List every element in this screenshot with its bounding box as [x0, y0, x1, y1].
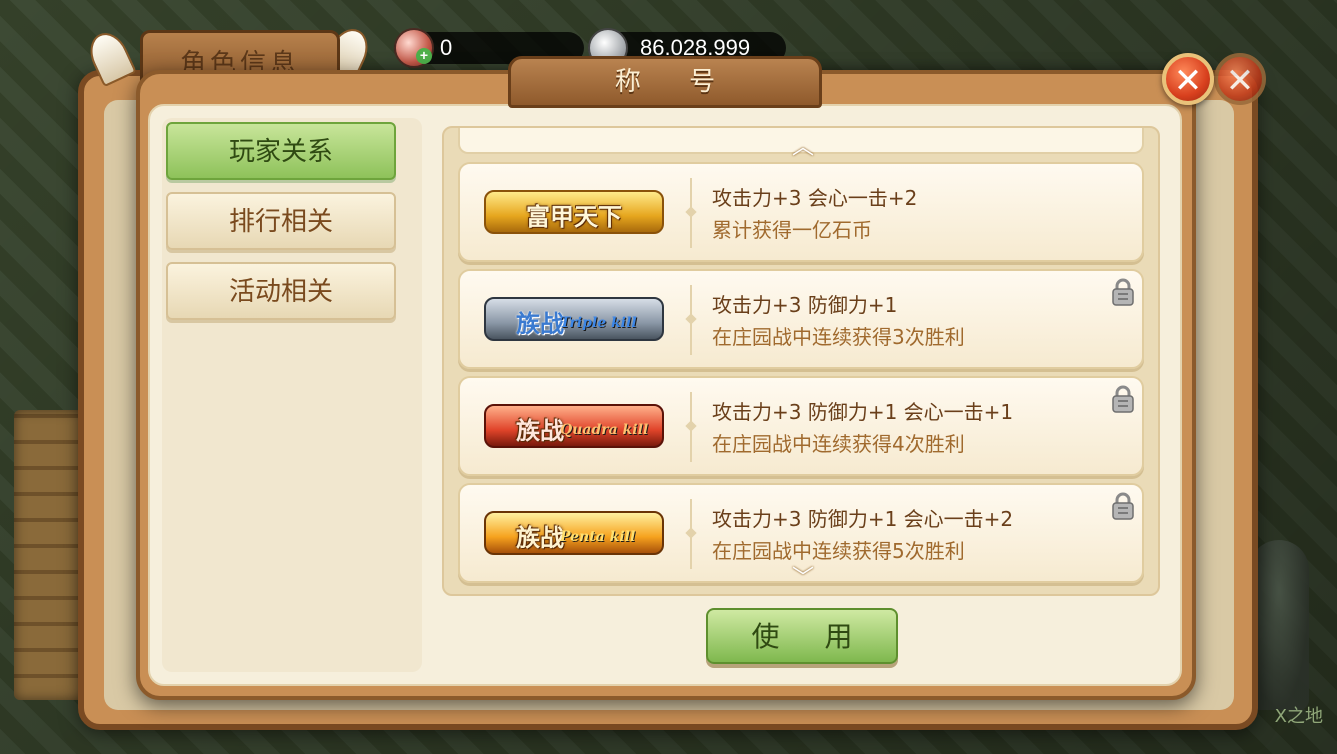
dialog-title: 称 号	[614, 67, 736, 97]
badge-text: 富甲天下	[526, 203, 622, 231]
ogre-character	[1249, 540, 1309, 710]
title-card-quadra-kill[interactable]: 族战 Quadra kill 攻击力+3 防御力+1 会心一击+1 在庄园战中连…	[458, 376, 1144, 476]
title-condition: 在庄园战中连续获得4次胜利	[712, 432, 965, 456]
card-divider	[690, 178, 692, 248]
title-condition: 累计获得一亿石币	[712, 218, 872, 242]
watermark: X之地	[1274, 706, 1323, 727]
title-badge: 族战 Penta kill	[484, 497, 664, 569]
title-condition: 在庄园战中连续获得3次胜利	[712, 325, 965, 349]
badge-subtext: Penta kill	[560, 529, 636, 545]
sidebar-item-label: 活动相关	[228, 277, 333, 307]
badge-subtext: Quadra kill	[560, 422, 649, 438]
title-condition: 在庄园战中连续获得5次胜利	[712, 539, 965, 563]
sidebar-item-events[interactable]: 活动相关	[166, 262, 396, 320]
sidebar-item-player-relations[interactable]: 玩家关系	[166, 122, 396, 180]
close-button[interactable]: ✕	[1162, 53, 1214, 105]
penta-kill-badge: 族战 Penta kill	[484, 511, 664, 555]
dialog-title-plate: 称 号	[508, 56, 822, 108]
card-divider	[690, 392, 692, 462]
scroll-down-arrow-icon[interactable]: ﹀	[788, 568, 818, 590]
close-icon: ✕	[1225, 61, 1255, 101]
background-close-button[interactable]: ✕	[1214, 53, 1266, 105]
title-card-triple-kill[interactable]: 族战 Triple kill 攻击力+3 防御力+1 在庄园战中连续获得3次胜利	[458, 269, 1144, 369]
badge-text: 族战	[516, 310, 564, 338]
sidebar-item-label: 玩家关系	[228, 137, 333, 167]
card-divider	[690, 499, 692, 569]
triple-kill-badge: 族战 Triple kill	[484, 297, 664, 341]
gem-amount: 0	[440, 35, 453, 60]
title-card-rich[interactable]: 富甲天下 攻击力+3 会心一击+2 累计获得一亿石币	[458, 162, 1144, 262]
title-bonus: 攻击力+3 防御力+1 会心一击+2	[712, 507, 1014, 531]
badge-text: 族战	[516, 417, 564, 445]
gold-title-badge: 富甲天下	[484, 190, 664, 234]
lock-icon	[1112, 492, 1134, 520]
scroll-up-arrow-icon[interactable]: ︿	[788, 137, 818, 159]
card-divider	[690, 285, 692, 355]
fence-decoration	[14, 410, 84, 700]
close-icon: ✕	[1173, 61, 1203, 101]
badge-subtext: Triple kill	[560, 315, 637, 331]
lock-icon	[1112, 278, 1134, 306]
sidebar-item-label: 排行相关	[228, 207, 333, 237]
badge-text: 族战	[516, 524, 564, 552]
add-gem-icon[interactable]: +	[416, 48, 432, 64]
title-badge: 富甲天下	[484, 176, 664, 248]
title-bonus: 攻击力+3 防御力+1	[712, 293, 898, 317]
title-bonus: 攻击力+3 会心一击+2	[712, 186, 918, 210]
sidebar-item-ranking[interactable]: 排行相关	[166, 192, 396, 250]
title-badge: 族战 Triple kill	[484, 283, 664, 355]
use-button[interactable]: 使 用	[706, 608, 898, 664]
title-badge: 族战 Quadra kill	[484, 390, 664, 462]
lock-icon	[1112, 385, 1134, 413]
title-bonus: 攻击力+3 防御力+1 会心一击+1	[712, 400, 1014, 424]
quadra-kill-badge: 族战 Quadra kill	[484, 404, 664, 448]
